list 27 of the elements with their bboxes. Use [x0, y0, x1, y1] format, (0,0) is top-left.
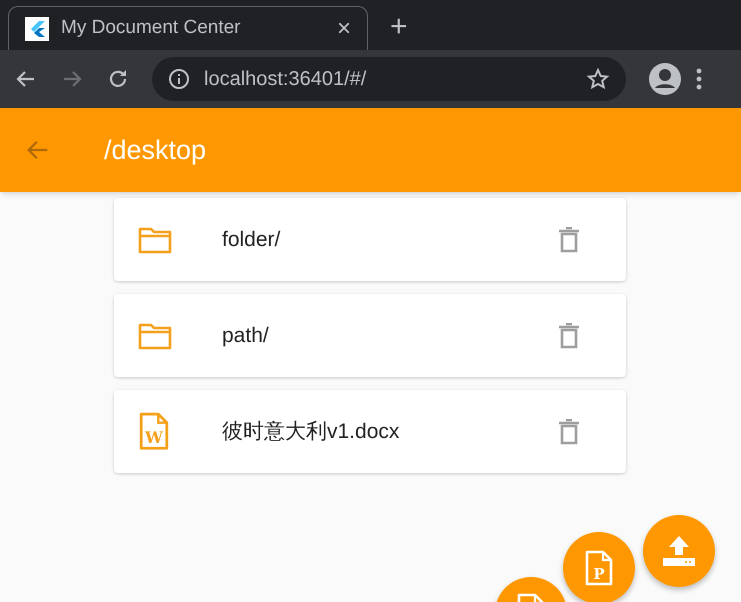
upload-button[interactable]: [643, 515, 715, 587]
browser-tab[interactable]: My Document Center ×: [8, 6, 368, 50]
profile-icon[interactable]: [648, 62, 682, 96]
file-name: path/: [222, 322, 270, 349]
delete-icon[interactable]: [558, 418, 580, 444]
upload-icon: [661, 534, 697, 568]
file-name: folder/: [222, 226, 282, 253]
tab-title: My Document Center: [61, 16, 242, 40]
file-card[interactable]: path/: [114, 294, 626, 377]
document-icon: P: [584, 550, 614, 586]
delete-icon[interactable]: [558, 322, 580, 348]
folder-icon: [138, 322, 172, 350]
info-icon: [168, 68, 190, 90]
folder-icon: [138, 226, 172, 254]
file-name: 彼时意大利v1.docx: [222, 418, 400, 445]
app-logo-icon: [25, 16, 49, 40]
page-title: /desktop: [104, 134, 206, 167]
menu-icon[interactable]: [696, 68, 702, 90]
file-card[interactable]: folder/: [114, 198, 626, 281]
delete-icon[interactable]: [558, 226, 580, 252]
new-tab-button[interactable]: +: [390, 12, 408, 42]
address-bar[interactable]: localhost:36401/#/: [152, 57, 626, 101]
url-text: localhost:36401/#/: [204, 67, 368, 92]
file-card[interactable]: W 彼时意大利v1.docx: [114, 390, 626, 473]
close-tab-button[interactable]: ×: [336, 16, 351, 40]
document-icon: W: [138, 412, 170, 451]
star-icon[interactable]: [586, 67, 610, 91]
